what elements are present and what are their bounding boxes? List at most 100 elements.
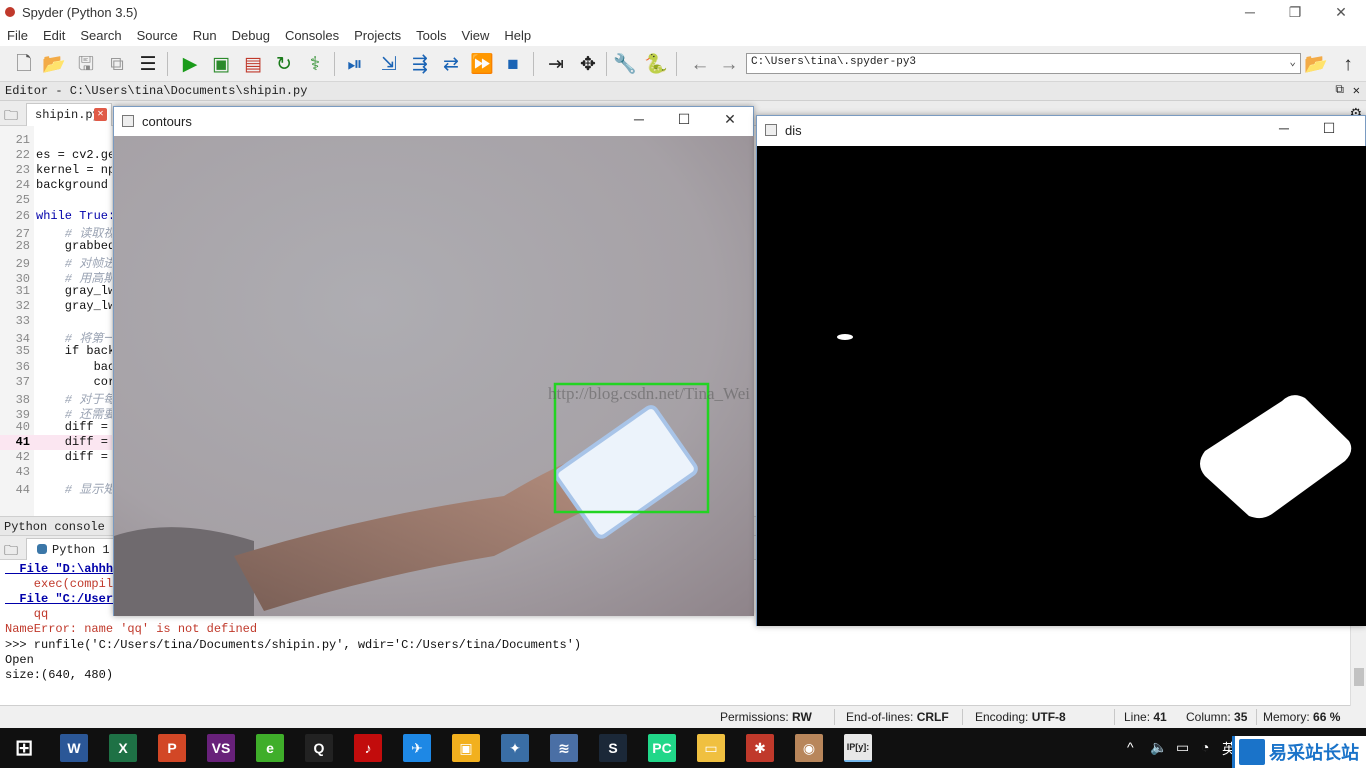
code-line[interactable]: 23 kernel = np — [0, 163, 112, 178]
close-button[interactable]: ✕ — [1318, 0, 1364, 24]
feishu-icon[interactable]: ✈ — [403, 734, 431, 762]
menu-tools[interactable]: Tools — [409, 28, 454, 43]
chevron-down-icon[interactable]: ⌄ — [1289, 55, 1296, 69]
run-cell-icon[interactable]: ▣ — [208, 51, 234, 77]
contours-title-bar[interactable]: contours ─ ☐ ✕ — [114, 107, 753, 135]
netease-music-icon[interactable]: ♪ — [354, 734, 382, 762]
spider-app-icon[interactable]: ✱ — [746, 734, 774, 762]
code-line[interactable]: 42 diff = — [0, 450, 112, 465]
open-file-icon[interactable]: 📂 — [41, 51, 67, 77]
code-line[interactable]: 43 — [0, 465, 112, 480]
back-arrow-icon[interactable]: ← — [687, 51, 713, 77]
code-line[interactable]: 32 gray_lw — [0, 299, 112, 314]
fullscreen-icon[interactable]: ✥ — [575, 51, 601, 77]
code-line[interactable]: 37 cor — [0, 375, 112, 390]
dis-title-bar[interactable]: dis ─ ☐ — [757, 116, 1365, 144]
code-line[interactable]: 28 grabbed — [0, 239, 112, 254]
debug-icon[interactable]: ⚕ — [302, 51, 328, 77]
close-button[interactable]: ✕ — [719, 111, 741, 131]
code-line[interactable]: 35 if back — [0, 344, 112, 359]
vpn-icon[interactable]: ✦ — [501, 734, 529, 762]
outline-icon[interactable]: ☰ — [135, 51, 161, 77]
code-line[interactable]: 41 diff = — [0, 435, 112, 450]
stack-app-icon[interactable]: ≋ — [550, 734, 578, 762]
powerpoint-icon[interactable]: P — [158, 734, 186, 762]
code-line[interactable]: 21 — [0, 133, 112, 148]
run-cell-advance-icon[interactable]: ▤ — [240, 51, 266, 77]
code-line[interactable]: 34 # 将第一 — [0, 329, 112, 346]
rerun-icon[interactable]: ↻ — [271, 51, 297, 77]
step-into-icon[interactable]: ⇲ — [376, 51, 402, 77]
continue-icon[interactable]: ⏩ — [469, 51, 495, 77]
minimize-button[interactable]: ─ — [628, 111, 650, 131]
volume-icon[interactable]: 🔈 — [1150, 739, 1167, 756]
console-line[interactable]: File "C:/User — [5, 592, 113, 607]
code-line[interactable]: 31 gray_lw — [0, 284, 112, 299]
python-path-icon[interactable]: 🐍 — [643, 51, 669, 77]
code-line[interactable]: 33 — [0, 314, 112, 329]
run-icon[interactable]: ▶ — [177, 51, 203, 77]
code-line[interactable]: 30 # 用高斯 — [0, 269, 112, 286]
windows-start-icon[interactable]: ⊞ — [10, 734, 38, 762]
scrollbar-thumb[interactable] — [1354, 668, 1364, 686]
menu-view[interactable]: View — [454, 28, 497, 43]
preferences-icon[interactable]: 🔧 — [612, 51, 638, 77]
menu-debug[interactable]: Debug — [225, 28, 278, 43]
menu-file[interactable]: File — [0, 28, 36, 43]
step-return-icon[interactable]: ⇄ — [438, 51, 464, 77]
code-line[interactable]: 26 while True: — [0, 209, 112, 224]
save-icon[interactable]: 🖫 — [73, 51, 99, 77]
code-line[interactable]: 22 es = cv2.ge — [0, 148, 112, 163]
tab-shipin-py[interactable]: shipin.py ✕ — [26, 103, 112, 126]
restore-button[interactable]: ❐ — [1272, 0, 1318, 24]
code-line[interactable]: 38 # 对于每 — [0, 390, 112, 407]
battery-icon[interactable]: ▭ — [1176, 739, 1189, 756]
wifi-icon[interactable]: ◔ — [1201, 739, 1209, 755]
code-line[interactable]: 44 # 显示矩 — [0, 480, 112, 497]
maximize-pane-icon[interactable]: ⇥ — [543, 51, 569, 77]
dis-window[interactable]: dis ─ ☐ — [756, 115, 1366, 626]
contours-window[interactable]: contours ─ ☐ ✕ — [113, 106, 754, 616]
camera-app-icon[interactable]: ◉ — [795, 734, 823, 762]
code-line[interactable]: 29 # 对帧进 — [0, 254, 112, 271]
stop-icon[interactable]: ■ — [500, 51, 526, 77]
save-all-icon[interactable]: ⧉ — [104, 51, 130, 77]
word-icon[interactable]: W — [60, 734, 88, 762]
photo-app-icon[interactable]: ▣ — [452, 734, 480, 762]
pycharm-icon[interactable]: PC — [648, 734, 676, 762]
browse-folder-icon[interactable]: 📂 — [1303, 51, 1329, 77]
maximize-button[interactable]: ☐ — [1318, 120, 1340, 140]
qq-icon[interactable]: Q — [305, 734, 333, 762]
steam-icon[interactable]: S — [599, 734, 627, 762]
close-tab-icon[interactable]: ✕ — [94, 108, 107, 121]
minimize-button[interactable]: ─ — [1273, 120, 1295, 140]
code-line[interactable]: 27 # 读取视 — [0, 224, 112, 241]
file-explorer-icon[interactable]: ▭ — [697, 734, 725, 762]
minimize-button[interactable]: ─ — [1227, 0, 1273, 24]
close-pane-icon[interactable]: ✕ — [1353, 83, 1360, 98]
tray-chevron-icon[interactable]: ^ — [1127, 739, 1134, 755]
console-line[interactable]: File "D:\ahhhh — [5, 562, 120, 577]
menu-help[interactable]: Help — [497, 28, 539, 43]
forward-arrow-icon[interactable]: → — [716, 51, 742, 77]
menu-run[interactable]: Run — [186, 28, 225, 43]
parent-dir-icon[interactable]: ↑ — [1335, 51, 1361, 77]
code-line[interactable]: 39 # 还需要 — [0, 405, 112, 422]
code-line[interactable]: 25 — [0, 193, 112, 208]
step-over-icon[interactable]: ⇶ — [407, 51, 433, 77]
menu-search[interactable]: Search — [73, 28, 129, 43]
menu-edit[interactable]: Edit — [36, 28, 73, 43]
visual-studio-icon[interactable]: VS — [207, 734, 235, 762]
code-line[interactable]: 40 diff = — [0, 420, 112, 435]
working-directory-combobox[interactable]: C:\Users\tina\.spyder-py3 ⌄ — [746, 53, 1301, 74]
menu-consoles[interactable]: Consoles — [278, 28, 347, 43]
undock-icon[interactable]: ⧉ — [1335, 83, 1344, 97]
ipython-icon[interactable]: IP[y]: — [844, 734, 872, 762]
menu-source[interactable]: Source — [130, 28, 186, 43]
code-line[interactable]: 24 background — [0, 178, 112, 193]
browser-icon[interactable]: e — [256, 734, 284, 762]
code-line[interactable]: 36 bac — [0, 360, 112, 375]
excel-icon[interactable]: X — [109, 734, 137, 762]
tab-python-1[interactable]: Python 1 — [26, 538, 116, 560]
code-editor[interactable]: 21 22 es = cv2.ge 23 kernel = np 24 background… — [0, 126, 112, 516]
